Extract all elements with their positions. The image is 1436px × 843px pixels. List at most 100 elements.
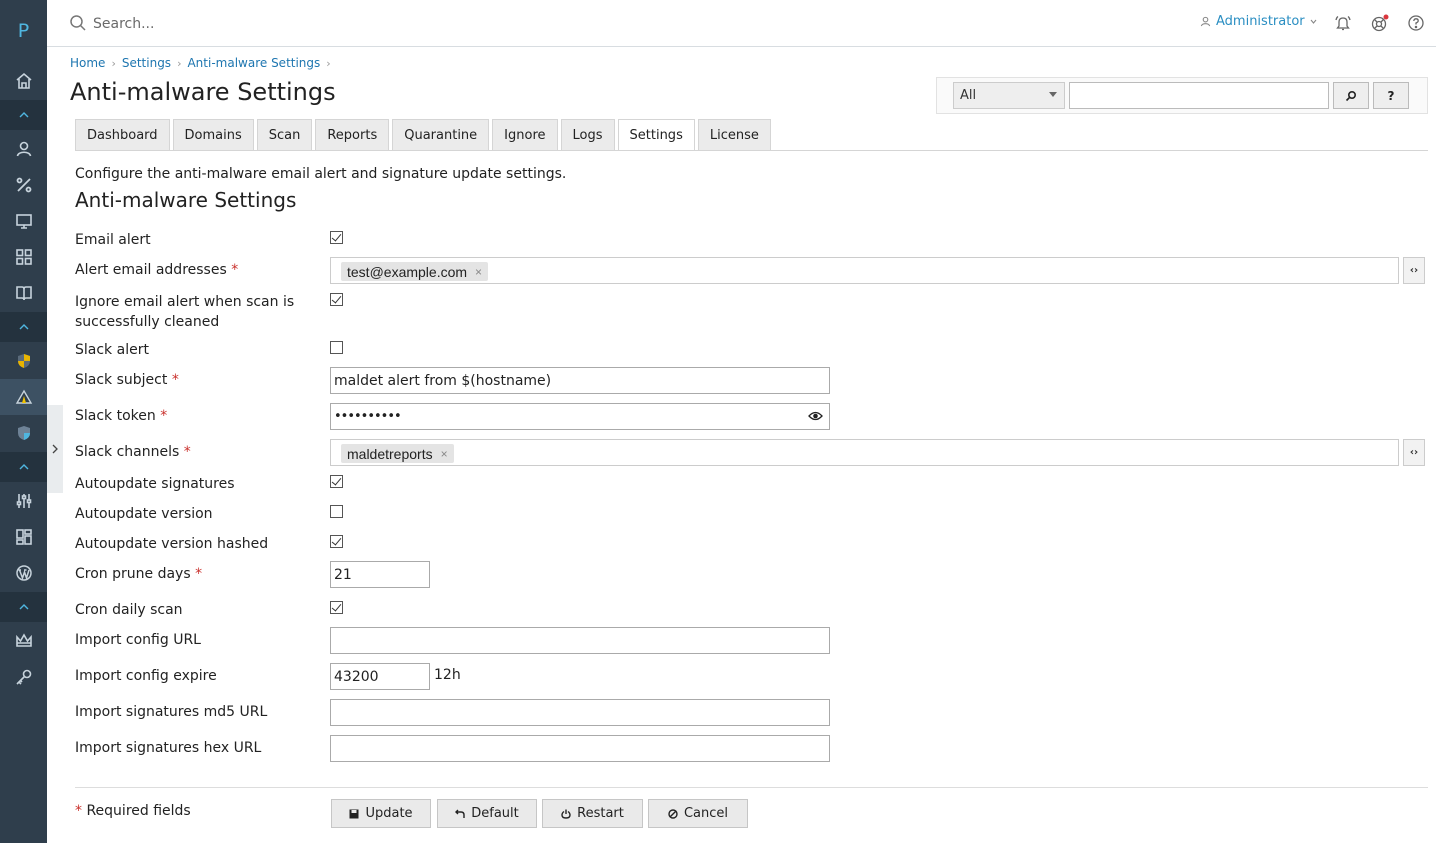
chevron-right-icon: [52, 444, 58, 454]
field-label-text: Cron prune days: [75, 566, 191, 582]
cancel-button[interactable]: Cancel: [648, 799, 748, 828]
restart-button-label: Restart: [577, 806, 624, 821]
cron-prune-days-input[interactable]: [330, 561, 430, 588]
maldet-icon[interactable]: [0, 379, 47, 415]
slack-subject-input[interactable]: [330, 367, 830, 394]
update-button-label: Update: [365, 806, 413, 821]
help-icon[interactable]: [1407, 14, 1425, 32]
alert-email-addresses-input[interactable]: test@example.com ×: [330, 257, 1399, 284]
user-icon: [1200, 16, 1211, 27]
collapse-chevron-icon[interactable]: [0, 312, 47, 342]
ignore-email-alert-label: Ignore email alert when scan is successf…: [75, 292, 294, 332]
import-config-expire-input[interactable]: [330, 663, 430, 690]
collapse-chevron-icon[interactable]: [0, 592, 47, 622]
import-sig-md5-url-input[interactable]: [330, 699, 830, 726]
cron-prune-days-label: Cron prune days *: [75, 564, 202, 584]
autoupdate-version-checkbox[interactable]: [330, 505, 343, 518]
label-line-1: Ignore email alert when scan is: [75, 294, 295, 310]
autoupdate-version-hashed-label: Autoupdate version hashed: [75, 536, 269, 552]
tab-domains[interactable]: Domains: [172, 119, 254, 150]
slack-alert-checkbox[interactable]: [330, 341, 343, 354]
global-search-input[interactable]: [93, 12, 493, 36]
import-config-url-label: Import config URL: [75, 632, 201, 648]
slack-token-input[interactable]: ••••••••••: [330, 403, 830, 430]
alert-email-addresses-label: Alert email addresses *: [75, 260, 238, 280]
sidebar: P: [0, 0, 47, 843]
email-tag: test@example.com ×: [341, 262, 489, 281]
search-tools: All ?: [936, 77, 1428, 114]
sidebar-expand-toggle[interactable]: [47, 405, 63, 493]
import-sig-hex-url-label: Import signatures hex URL: [75, 740, 262, 756]
tab-settings[interactable]: Settings: [617, 119, 695, 151]
percent-icon[interactable]: [0, 167, 47, 203]
tab-license[interactable]: License: [697, 119, 771, 150]
slack-channels-code-button[interactable]: ‹›: [1403, 439, 1425, 466]
autoupdate-version-label: Autoupdate version: [75, 506, 213, 522]
wordpress-icon[interactable]: [0, 555, 47, 591]
cron-daily-scan-label: Cron daily scan: [75, 602, 183, 618]
email-tag-text: test@example.com: [347, 263, 468, 280]
required-star: *: [75, 803, 82, 819]
update-button[interactable]: Update: [331, 799, 431, 828]
collapse-chevron-icon[interactable]: [0, 452, 47, 482]
user-menu[interactable]: Administrator: [1200, 14, 1317, 29]
alert-email-code-button[interactable]: ‹›: [1403, 257, 1425, 284]
tab-scan[interactable]: Scan: [256, 119, 313, 150]
section-title: Anti-malware Settings: [75, 188, 297, 212]
breadcrumb-settings[interactable]: Settings: [122, 56, 171, 70]
tab-ignore[interactable]: Ignore: [492, 119, 558, 150]
logo[interactable]: P: [0, 0, 47, 62]
tools-search-input[interactable]: [1069, 82, 1329, 109]
tab-reports[interactable]: Reports: [315, 119, 390, 150]
import-config-url-input[interactable]: [330, 627, 830, 654]
tab-logs[interactable]: Logs: [560, 119, 615, 150]
cancel-button-label: Cancel: [683, 806, 729, 821]
label-line-2: successfully cleaned: [75, 314, 220, 330]
slack-token-label: Slack token *: [75, 406, 167, 426]
tab-dashboard[interactable]: Dashboard: [75, 119, 170, 150]
breadcrumb-separator-icon: ›: [326, 56, 331, 70]
email-alert-checkbox[interactable]: [330, 231, 343, 244]
book-icon[interactable]: [0, 275, 47, 311]
slack-channels-input[interactable]: maldetreports ×: [330, 439, 1399, 466]
import-sig-md5-url-label: Import signatures md5 URL: [75, 704, 268, 720]
field-label-text: Slack channels: [75, 444, 180, 460]
shield-blue-icon[interactable]: [0, 415, 47, 451]
breadcrumb-separator-icon: ›: [177, 56, 182, 70]
apps-icon[interactable]: [0, 239, 47, 275]
restart-button[interactable]: Restart: [542, 799, 643, 828]
layout-icon[interactable]: [0, 519, 47, 555]
monitor-icon[interactable]: [0, 203, 47, 239]
remove-tag-icon[interactable]: ×: [475, 265, 482, 279]
tab-quarantine[interactable]: Quarantine: [392, 119, 490, 150]
autoupdate-version-hashed-checkbox[interactable]: [330, 535, 343, 548]
key-icon[interactable]: [0, 659, 47, 695]
help-button[interactable]: ?: [1373, 82, 1409, 109]
ignore-email-alert-checkbox[interactable]: [330, 293, 343, 306]
slack-token-value: ••••••••••: [334, 409, 402, 424]
default-button[interactable]: Default: [437, 799, 537, 828]
crown-icon[interactable]: [0, 623, 47, 659]
import-config-expire-suffix: 12h: [434, 667, 461, 683]
user-icon[interactable]: [0, 131, 47, 167]
page-title: Anti-malware Settings: [70, 78, 336, 106]
notification-bell-icon[interactable]: [1334, 14, 1352, 32]
show-password-eye-icon[interactable]: [808, 410, 823, 422]
required-star: *: [183, 444, 191, 460]
support-icon[interactable]: [1370, 14, 1390, 34]
autoupdate-signatures-checkbox[interactable]: [330, 475, 343, 488]
form-divider: [75, 787, 1428, 788]
home-icon[interactable]: [0, 63, 47, 99]
cron-daily-scan-checkbox[interactable]: [330, 601, 343, 614]
import-sig-hex-url-input[interactable]: [330, 735, 830, 762]
dropdown-arrow-icon: [1049, 92, 1057, 97]
breadcrumb-home[interactable]: Home: [70, 56, 105, 70]
slack-alert-label: Slack alert: [75, 342, 149, 358]
breadcrumb-anti-malware-settings[interactable]: Anti-malware Settings: [187, 56, 320, 70]
collapse-chevron-icon[interactable]: [0, 100, 47, 130]
shield-yellow-icon[interactable]: [0, 343, 47, 379]
search-button[interactable]: [1333, 82, 1369, 109]
remove-tag-icon[interactable]: ×: [441, 447, 448, 461]
sliders-icon[interactable]: [0, 483, 47, 519]
import-config-expire-label: Import config expire: [75, 668, 217, 684]
